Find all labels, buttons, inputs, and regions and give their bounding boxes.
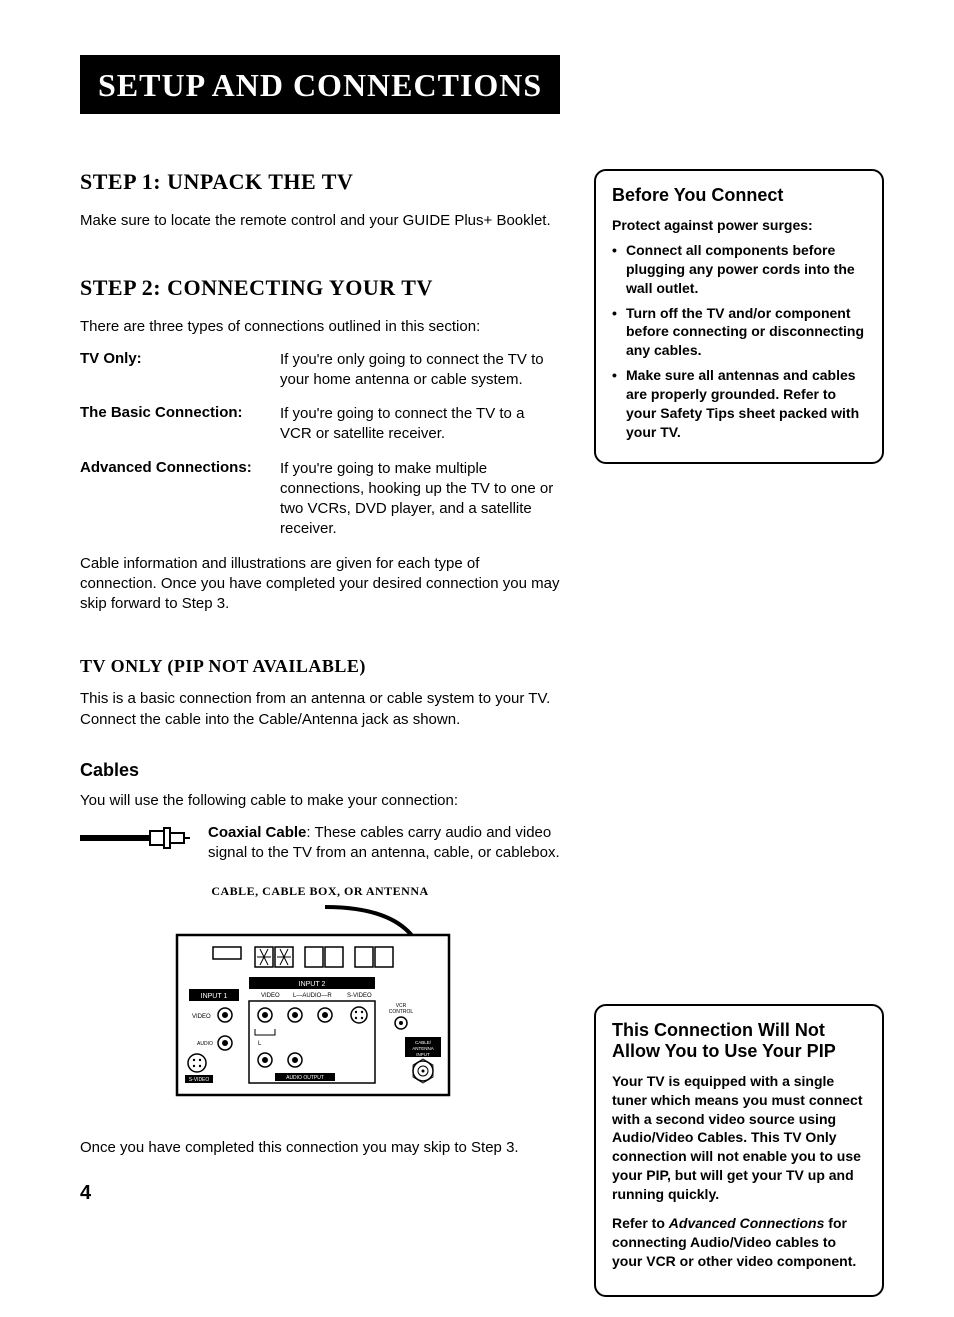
term-tvonly: TV Only: (80, 350, 270, 391)
after-diagram-text: Once you have completed this connection … (80, 1138, 560, 1158)
step1-body: Make sure to locate the remote control a… (80, 211, 560, 231)
callout-pip-warning: This Connection Will Not Allow You to Us… (594, 1004, 884, 1297)
callout2-p1: Your TV is equipped with a single tuner … (612, 1072, 866, 1204)
callout1-intro: Protect against power surges: (612, 216, 866, 235)
svg-text:L—AUDIO—R: L—AUDIO—R (293, 993, 332, 999)
tvonly-body: This is a basic connection from an anten… (80, 689, 560, 730)
coax-desc: Coaxial Cable: These cables carry audio … (208, 823, 560, 864)
step2-heading: Step 2: Connecting Your TV (80, 275, 560, 301)
callout1-title: Before You Connect (612, 185, 866, 206)
cables-intro: You will use the following cable to make… (80, 791, 560, 811)
desc-basic: If you're going to connect the TV to a V… (280, 404, 560, 445)
right-column: Before You Connect Protect against power… (594, 169, 884, 1317)
table-row: Advanced Connections: If you're going to… (80, 459, 560, 540)
cables-heading: Cables (80, 760, 560, 781)
left-column: Step 1: Unpack the TV Make sure to locat… (80, 169, 560, 1317)
page-banner: Setup and Connections (80, 55, 560, 114)
step1-heading: Step 1: Unpack the TV (80, 169, 560, 195)
desc-tvonly: If you're only going to connect the TV t… (280, 350, 560, 391)
step2-outro: Cable information and illustrations are … (80, 554, 560, 615)
svg-text:CABLE/: CABLE/ (415, 1040, 432, 1045)
callout1-item: Turn off the TV and/or component before … (612, 304, 866, 361)
svg-text:VIDEO: VIDEO (261, 993, 280, 999)
tvonly-heading: TV Only (PIP not available) (80, 656, 560, 677)
svg-text:AUDIO OUTPUT: AUDIO OUTPUT (286, 1075, 324, 1081)
callout1-item: Make sure all antennas and cables are pr… (612, 366, 866, 442)
table-row: TV Only: If you're only going to connect… (80, 350, 560, 391)
page-number: 4 (80, 1182, 91, 1205)
table-row: The Basic Connection: If you're going to… (80, 404, 560, 445)
term-basic: The Basic Connection: (80, 404, 270, 445)
connection-types-table: TV Only: If you're only going to connect… (80, 350, 560, 540)
callout2-title: This Connection Will Not Allow You to Us… (612, 1020, 866, 1062)
svg-text:VIDEO: VIDEO (192, 1014, 211, 1020)
connection-diagram: Cable, Cable Box, or Antenna (80, 884, 560, 1110)
svg-text:INPUT 1: INPUT 1 (201, 993, 228, 1000)
callout-before-connect: Before You Connect Protect against power… (594, 169, 884, 464)
svg-text:ANTENNA: ANTENNA (412, 1046, 434, 1051)
coax-label: Coaxial Cable (208, 824, 306, 841)
svg-text:AUDIO: AUDIO (197, 1041, 213, 1047)
svg-text:S-VIDEO: S-VIDEO (347, 993, 372, 999)
svg-text:INPUT 2: INPUT 2 (299, 981, 326, 988)
callout1-item: Connect all components before plugging a… (612, 241, 866, 298)
svg-text:S-VIDEO: S-VIDEO (189, 1077, 210, 1083)
coax-cable-icon (80, 827, 190, 854)
diagram-caption: Cable, Cable Box, or Antenna (80, 884, 560, 899)
svg-text:INPUT: INPUT (416, 1052, 430, 1057)
term-advanced: Advanced Connections: (80, 459, 270, 540)
callout2-p2: Refer to Advanced Connections for connec… (612, 1214, 866, 1271)
desc-advanced: If you're going to make multiple connect… (280, 459, 560, 540)
svg-text:CONTROL: CONTROL (389, 1009, 414, 1015)
step2-intro: There are three types of connections out… (80, 317, 560, 337)
